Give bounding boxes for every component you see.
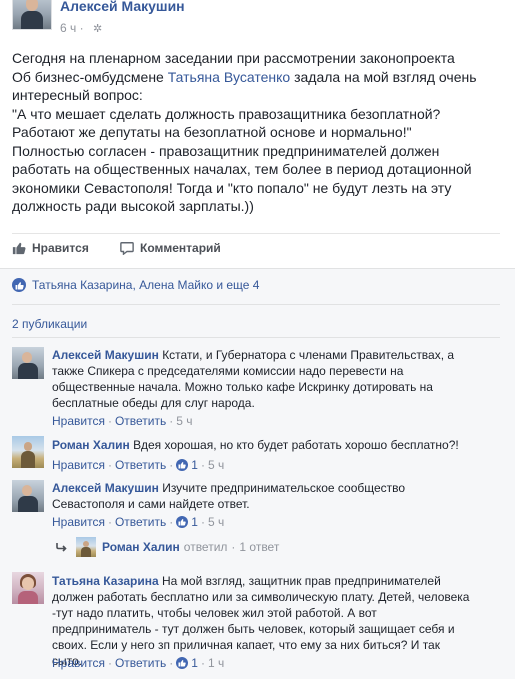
- post-text-line: Полностью согласен - правозащитник предп…: [12, 142, 440, 159]
- reply-arrow-icon: [56, 543, 67, 552]
- likes-text: Татьяна Казарина, Алена Майко и еще 4: [32, 278, 260, 292]
- reply-action: ответил: [183, 540, 228, 554]
- post-text-fragment: задала на мой взгляд очень: [290, 68, 477, 85]
- comment-meta: Нравится · Ответить · 1 · 5 ч: [52, 515, 224, 529]
- comment-like-count[interactable]: 1: [191, 515, 198, 529]
- post-text-line: интересный вопрос:: [12, 87, 143, 103]
- dot-separator: ·: [107, 656, 112, 670]
- dot-separator: ·: [107, 458, 112, 472]
- comment-author[interactable]: Алексей Макушин: [52, 481, 159, 495]
- comment-text: Вдея хорошая, но кто будет работать хоро…: [133, 438, 459, 452]
- comment-author[interactable]: Роман Халин: [52, 438, 130, 452]
- mention-link[interactable]: Татьяна Вусатенко: [168, 69, 290, 85]
- comment-author[interactable]: Алексей Макушин: [52, 348, 159, 362]
- dot-separator: ·: [169, 414, 174, 428]
- dot-separator: ·: [107, 414, 112, 428]
- like-count-icon: [176, 459, 189, 471]
- comment-body: Роман Халин Вдея хорошая, но кто будет р…: [52, 437, 472, 453]
- like-count-icon: [176, 657, 189, 669]
- dot-separator: ·: [169, 656, 174, 670]
- comment-body: Алексей Макушин Изучите предпринимательс…: [52, 480, 472, 512]
- comment-text: На мой взгляд, защитник прав предпринима…: [52, 574, 470, 668]
- commenter-avatar[interactable]: [12, 572, 44, 604]
- comment-like-link[interactable]: Нравится: [52, 414, 105, 428]
- audience-gear-icon[interactable]: ✲: [93, 23, 102, 35]
- like-count-icon: [176, 516, 189, 528]
- comment-meta: Нравится · Ответить · 1 · 1 ч: [52, 656, 224, 670]
- dot-separator: ·: [169, 458, 174, 472]
- reply-author: Роман Халин: [102, 540, 180, 554]
- post-author-name[interactable]: Алексей Макушин: [60, 0, 185, 14]
- reply-thread-link[interactable]: Роман Халин ответил · 1 ответ: [56, 537, 279, 557]
- comment-icon: [120, 242, 134, 255]
- comment-time[interactable]: 5 ч: [176, 414, 192, 428]
- dot-separator: ·: [79, 21, 87, 35]
- comment-reply-link[interactable]: Ответить: [115, 458, 166, 472]
- like-button[interactable]: Нравится: [12, 241, 89, 255]
- post-meta: 6 ч · ✲: [60, 21, 102, 35]
- comment-like-link[interactable]: Нравится: [52, 656, 105, 670]
- post-header: Алексей Макушин 6 ч · ✲: [0, 0, 515, 40]
- comment-time[interactable]: 5 ч: [208, 458, 224, 472]
- comment-meta: Нравится · Ответить · 5 ч: [52, 414, 193, 428]
- comment-like-count[interactable]: 1: [191, 458, 198, 472]
- divider: [12, 304, 500, 305]
- comment-like-count[interactable]: 1: [191, 656, 198, 670]
- comment-button[interactable]: Комментарий: [120, 241, 221, 255]
- post-text-line: "А что мешает сделать должность правозащ…: [12, 105, 441, 122]
- reply-avatar: [76, 537, 96, 557]
- post-text-fragment: Об бизнес-омбудсмене: [12, 68, 168, 85]
- dot-separator: ·: [200, 656, 205, 670]
- comments-section: Татьяна Казарина, Алена Майко и еще 4 2 …: [0, 268, 515, 679]
- post-text: Сегодня на пленарном заседании при рассм…: [12, 49, 502, 216]
- post-text-line: Работают же депутаты на безоплатной осно…: [12, 124, 412, 140]
- post-text-line: Сегодня на пленарном заседании при рассм…: [12, 50, 455, 66]
- like-reaction-icon: [12, 278, 26, 292]
- dot-separator: ·: [200, 515, 205, 529]
- reply-count: 1 ответ: [239, 540, 280, 554]
- comment-author[interactable]: Татьяна Казарина: [52, 574, 159, 588]
- dot-separator: ·: [200, 458, 205, 472]
- commenter-avatar[interactable]: [12, 347, 44, 379]
- post-text-line: Об бизнес-омбудсмене Татьяна Вусатенко з…: [12, 68, 502, 87]
- post-text-line: работать на общественных началах, тем бо…: [12, 161, 472, 177]
- commenter-avatar[interactable]: [12, 480, 44, 512]
- comment-body: Алексей Макушин Кстати, и Губернатора с …: [52, 347, 472, 411]
- dot-separator: ·: [231, 540, 236, 554]
- post-text-line: экономики Севастополя! Тогда и "кто попа…: [12, 179, 452, 196]
- comment-time[interactable]: 1 ч: [208, 656, 224, 670]
- like-label: Нравится: [32, 241, 89, 255]
- dot-separator: ·: [169, 515, 174, 529]
- comment-meta: Нравится · Ответить · 1 · 5 ч: [52, 458, 224, 472]
- divider: [12, 233, 500, 234]
- comment-reply-link[interactable]: Ответить: [115, 414, 166, 428]
- comment-like-link[interactable]: Нравится: [52, 515, 105, 529]
- comment-body: Татьяна Казарина На мой взгляд, защитник…: [52, 573, 472, 669]
- comment-time[interactable]: 5 ч: [208, 515, 224, 529]
- commenter-avatar[interactable]: [12, 436, 44, 468]
- comment-like-link[interactable]: Нравится: [52, 458, 105, 472]
- author-avatar[interactable]: [12, 0, 52, 30]
- divider: [12, 337, 500, 338]
- post-time[interactable]: 6 ч: [60, 21, 76, 35]
- comment-reply-link[interactable]: Ответить: [115, 515, 166, 529]
- thumbs-up-icon: [12, 242, 26, 255]
- post-text-line: должность ради высокой зарплаты.)): [12, 198, 254, 214]
- publications-link[interactable]: 2 публикации: [12, 317, 87, 331]
- likes-summary[interactable]: Татьяна Казарина, Алена Майко и еще 4: [12, 278, 259, 292]
- comment-label: Комментарий: [140, 241, 221, 255]
- comment-reply-link[interactable]: Ответить: [115, 656, 166, 670]
- dot-separator: ·: [107, 515, 112, 529]
